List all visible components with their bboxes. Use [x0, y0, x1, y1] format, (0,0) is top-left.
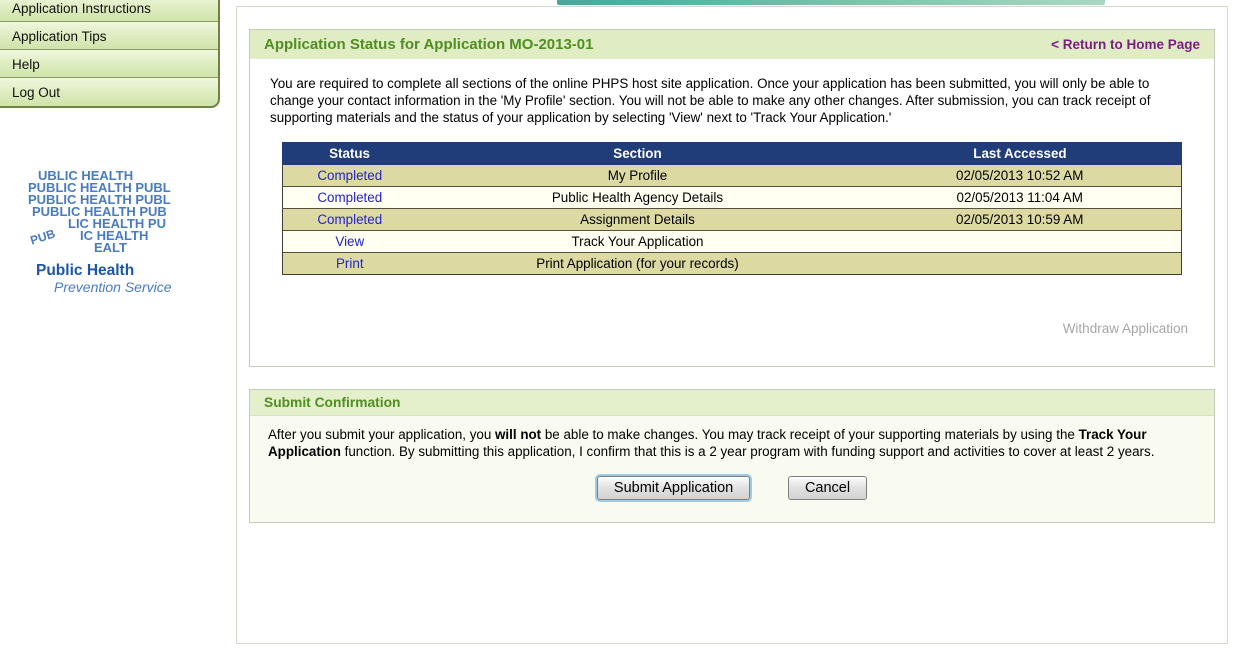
logo-map-line: UBLIC HEALTH [38, 170, 223, 182]
section-cell: My Profile [417, 165, 858, 187]
status-link[interactable]: Completed [317, 168, 382, 183]
view-link[interactable]: View [335, 234, 364, 249]
logo-map-line: IC HEALTH [80, 230, 223, 242]
logo-alaska-fragment: PUB [28, 226, 56, 247]
section-cell: Track Your Application [417, 231, 858, 253]
section-cell: Print Application (for your records) [417, 253, 858, 275]
banner-strip [557, 0, 1105, 5]
sidebar-menu: Application Instructions Application Tip… [0, 0, 220, 108]
application-status-body: You are required to complete all section… [250, 59, 1214, 366]
submit-application-button[interactable]: Submit Application [597, 476, 750, 500]
section-cell: Public Health Agency Details [417, 187, 858, 209]
last-accessed-cell: 02/05/2013 11:04 AM [858, 187, 1182, 209]
submit-confirmation-body: After you submit your application, you w… [250, 416, 1214, 522]
return-home-link[interactable]: < Return to Home Page [1051, 37, 1200, 52]
sidebar-item-log-out[interactable]: Log Out [0, 78, 218, 106]
last-accessed-cell: 02/05/2013 10:52 AM [858, 165, 1182, 187]
status-link[interactable]: Completed [317, 212, 382, 227]
submit-confirmation-panel: Submit Confirmation After you submit you… [249, 389, 1215, 523]
cancel-button[interactable]: Cancel [788, 476, 867, 500]
logo-map-line: PUBLIC HEALTH PUB [32, 206, 223, 218]
table-row: Print Print Application (for your record… [282, 253, 1182, 275]
phps-logo: UBLIC HEALTH PUBLIC HEALTH PUBL PUBLIC H… [28, 170, 223, 295]
application-status-table: Status Section Last Accessed Completed M… [282, 142, 1183, 275]
intro-text: You are required to complete all section… [270, 75, 1194, 126]
table-row: View Track Your Application [282, 231, 1182, 253]
logo-map-line: PUBLIC HEALTH PUBL [28, 182, 223, 194]
withdraw-application-link[interactable]: Withdraw Application [270, 321, 1188, 336]
logo-title: Public Health [36, 262, 223, 280]
section-cell: Assignment Details [417, 209, 858, 231]
column-header-section: Section [417, 143, 858, 165]
page-title: Application Status for Application MO-20… [264, 36, 594, 53]
logo-map-line: PUBLIC HEALTH PUBL [28, 194, 223, 206]
last-accessed-cell: 02/05/2013 10:59 AM [858, 209, 1182, 231]
table-row: Completed Assignment Details 02/05/2013 … [282, 209, 1182, 231]
print-link[interactable]: Print [336, 256, 364, 271]
us-map-logo: UBLIC HEALTH PUBLIC HEALTH PUBL PUBLIC H… [28, 170, 223, 254]
confirmation-text-bold: will not [495, 427, 541, 442]
application-status-panel: Application Status for Application MO-20… [249, 29, 1215, 367]
main-content: Application Status for Application MO-20… [236, 6, 1228, 644]
submit-confirmation-title: Submit Confirmation [250, 390, 1214, 416]
table-row: Completed Public Health Agency Details 0… [282, 187, 1182, 209]
application-status-header: Application Status for Application MO-20… [250, 30, 1214, 59]
last-accessed-cell [858, 253, 1182, 275]
confirmation-text: After you submit your application, you w… [268, 426, 1196, 460]
logo-map-line: EALT [94, 242, 223, 254]
sidebar-item-application-instructions[interactable]: Application Instructions [0, 0, 218, 22]
column-header-status: Status [282, 143, 417, 165]
table-header-row: Status Section Last Accessed [282, 143, 1182, 165]
button-row: Submit Application Cancel [268, 476, 1196, 500]
confirmation-text-part: function. By submitting this application… [341, 444, 1155, 459]
column-header-last-accessed: Last Accessed [858, 143, 1182, 165]
sidebar-item-application-tips[interactable]: Application Tips [0, 22, 218, 50]
confirmation-text-part: After you submit your application, you [268, 427, 495, 442]
logo-map-line: LIC HEALTH PU [68, 218, 223, 230]
confirmation-text-part: be able to make changes. You may track r… [541, 427, 1078, 442]
status-link[interactable]: Completed [317, 190, 382, 205]
logo-subtitle: Prevention Service [54, 279, 223, 295]
sidebar-item-help[interactable]: Help [0, 50, 218, 78]
table-row: Completed My Profile 02/05/2013 10:52 AM [282, 165, 1182, 187]
last-accessed-cell [858, 231, 1182, 253]
